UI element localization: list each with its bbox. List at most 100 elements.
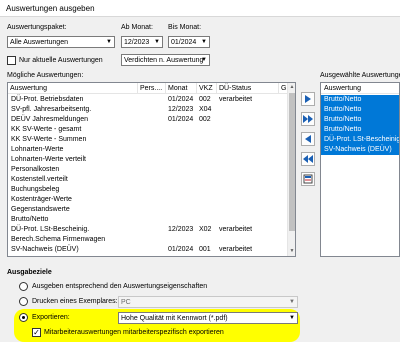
mitarbeiter-checkbox[interactable]: ✓ [32,328,41,337]
aktuelle-checkbox[interactable] [7,56,16,65]
add-button[interactable] [301,92,315,106]
col-monat[interactable]: Monat [166,83,197,94]
bis-monat-value: 01/2024 [171,39,197,46]
selected-row[interactable]: SV-Nachweis (DEÜV) [321,145,399,155]
status-cell: verarbeitet [219,246,253,253]
auswertung-cell: DÜ-Prot. LSt-Bescheinig. [11,226,90,233]
window-title: Auswertungen ausgeben [6,4,95,13]
paket-select[interactable]: Alle Auswertungen ▼ [7,36,115,48]
arrow-right-icon [305,95,311,103]
scroll-up-icon[interactable]: ▲ [288,83,295,92]
table-row[interactable]: SV-pfl. Jahresarbeitsentg. 12/2023 X04 [8,105,288,115]
properties-button[interactable] [301,172,315,186]
add-all-button[interactable] [301,112,315,126]
table-row[interactable]: Brutto/Netto [8,215,288,225]
ab-monat-label: Ab Monat: [121,24,153,31]
auswertung-cell: KK SV-Werte - Summen [11,136,87,143]
auswertung-cell: Personalkosten [11,166,60,173]
printer-select[interactable]: PC ▼ [118,296,298,308]
table-row[interactable]: Gegenstandswerte [8,205,288,215]
selected-row[interactable]: DÜ-Prot. LSt-Bescheinig. [321,135,399,145]
table-row[interactable]: Berech.Schema Firmenwagen [8,235,288,245]
chevron-down-icon: ▼ [154,39,160,45]
title-bar: Auswertungen ausgeben [0,0,400,17]
table-row[interactable]: Lohnarten-Werte [8,145,288,155]
vkz-cell: 002 [199,96,211,103]
export-select[interactable]: Hohe Qualität mit Kennwort (*.pdf) ▼ [118,312,298,324]
monat-cell: 12/2023 [168,106,194,113]
radio-eigenschaften[interactable] [19,282,28,291]
col-auswertung[interactable]: Auswertung [8,83,138,94]
selected-col-auswertung[interactable]: Auswertung [321,83,399,94]
table-row[interactable]: DEÜV Jahresmeldungen 01/2024 002 [8,115,288,125]
table-row[interactable]: Kostenstell.verteilt [8,175,288,185]
table-row[interactable]: KK SV-Werte - Summen [8,135,288,145]
monat-cell: 01/2024 [168,246,194,253]
arrow-left-icon [305,135,311,143]
monat-cell: 01/2024 [168,96,194,103]
status-cell: verarbeitet [219,96,253,103]
auswertung-cell: KK SV-Werte - gesamt [11,126,82,133]
available-scrollbar[interactable]: ▲ ▼ [287,83,295,256]
paket-value: Alle Auswertungen [10,39,68,46]
auswertung-cell: Brutto/Netto [11,216,49,223]
verdichten-value: Verdichten n. Auswertung [124,57,204,64]
bis-monat-select[interactable]: 01/2024 ▼ [168,36,210,48]
ab-monat-select[interactable]: 12/2023 ▼ [121,36,163,48]
selected-row[interactable]: Brutto/Netto [321,125,399,135]
chevron-down-icon: ▼ [201,57,207,63]
properties-icon [303,174,313,184]
col-pers[interactable]: Pers.... [138,83,166,94]
col-due-status[interactable]: DÜ-Status [217,83,279,94]
option3-label: Exportieren: [32,314,70,321]
selected-row[interactable]: Brutto/Netto [321,105,399,115]
export-value: Hohe Qualität mit Kennwort (*.pdf) [121,315,228,322]
radio-exportieren[interactable] [19,313,28,322]
remove-button[interactable] [301,132,315,146]
table-row[interactable]: Lohnarten-Werte verteilt [8,155,288,165]
selected-list[interactable]: Auswertung Brutto/Netto Brutto/Netto Brutt… [320,82,400,257]
auswertung-cell: Kostenträger-Werte [11,196,72,203]
chevron-down-icon: ▼ [289,299,295,305]
selected-row[interactable]: Brutto/Netto [321,95,399,105]
available-label: Mögliche Auswertungen: [7,72,84,79]
table-row[interactable]: Buchungsbeleg [8,185,288,195]
remove-all-button[interactable] [301,152,315,166]
auswertung-cell: Gegenstandswerte [11,206,70,213]
auswertung-cell: Lohnarten-Werte verteilt [11,156,86,163]
auswertung-cell: Buchungsbeleg [11,186,60,193]
auswertung-cell: DÜ-Prot. Betriebsdaten [11,96,84,103]
radio-drucken[interactable] [19,297,28,306]
table-row[interactable]: KK SV-Werte - gesamt [8,125,288,135]
table-row[interactable]: Personalkosten [8,165,288,175]
double-arrow-right-icon [303,115,313,123]
verdichten-select[interactable]: Verdichten n. Auswertung ▼ [121,54,210,66]
vkz-cell: 002 [199,116,211,123]
table-row[interactable]: DÜ-Prot. Betriebsdaten 01/2024 002 verarbei… [8,95,288,105]
vkz-cell: X02 [199,226,212,233]
selected-label: Ausgewählte Auswertungen [320,72,400,79]
available-list[interactable]: Auswertung Pers.... Monat VKZ DÜ-Status … [7,82,296,257]
option1-label: Ausgeben entsprechend den Auswertungseig… [32,283,208,290]
auswertung-cell: Berech.Schema Firmenwagen [11,236,106,243]
col-vkz[interactable]: VKZ [197,83,217,94]
ausgabeziele-title: Ausgabeziele [7,269,52,276]
scroll-down-icon[interactable]: ▼ [288,247,295,256]
selected-row[interactable]: Brutto/Netto [321,115,399,125]
bis-monat-label: Bis Monat: [168,24,202,31]
printer-value: PC [121,299,131,306]
scroll-thumb[interactable] [289,93,295,231]
ab-monat-value: 12/2023 [124,39,150,46]
mitarbeiter-label: Mitarbeiterauswertungen mitarbeiterspezi… [44,329,224,336]
monat-cell: 01/2024 [168,116,194,123]
table-row[interactable]: Kostenträger-Werte [8,195,288,205]
vkz-cell: 001 [199,246,211,253]
table-row[interactable]: DÜ-Prot. LSt-Bescheinig. 12/2023 X02 verarb… [8,225,288,235]
chevron-down-icon: ▼ [289,315,295,321]
paket-label: Auswertungspaket: [7,24,67,31]
available-header: Auswertung Pers.... Monat VKZ DÜ-Status … [8,83,288,94]
table-row[interactable]: SV-Nachweis (DEÜV) 01/2024 001 verarbeitet [8,245,288,255]
auswertung-cell: SV-Nachweis (DEÜV) [11,246,79,253]
status-cell: verarbeitet [219,226,253,233]
monat-cell: 12/2023 [168,226,194,233]
